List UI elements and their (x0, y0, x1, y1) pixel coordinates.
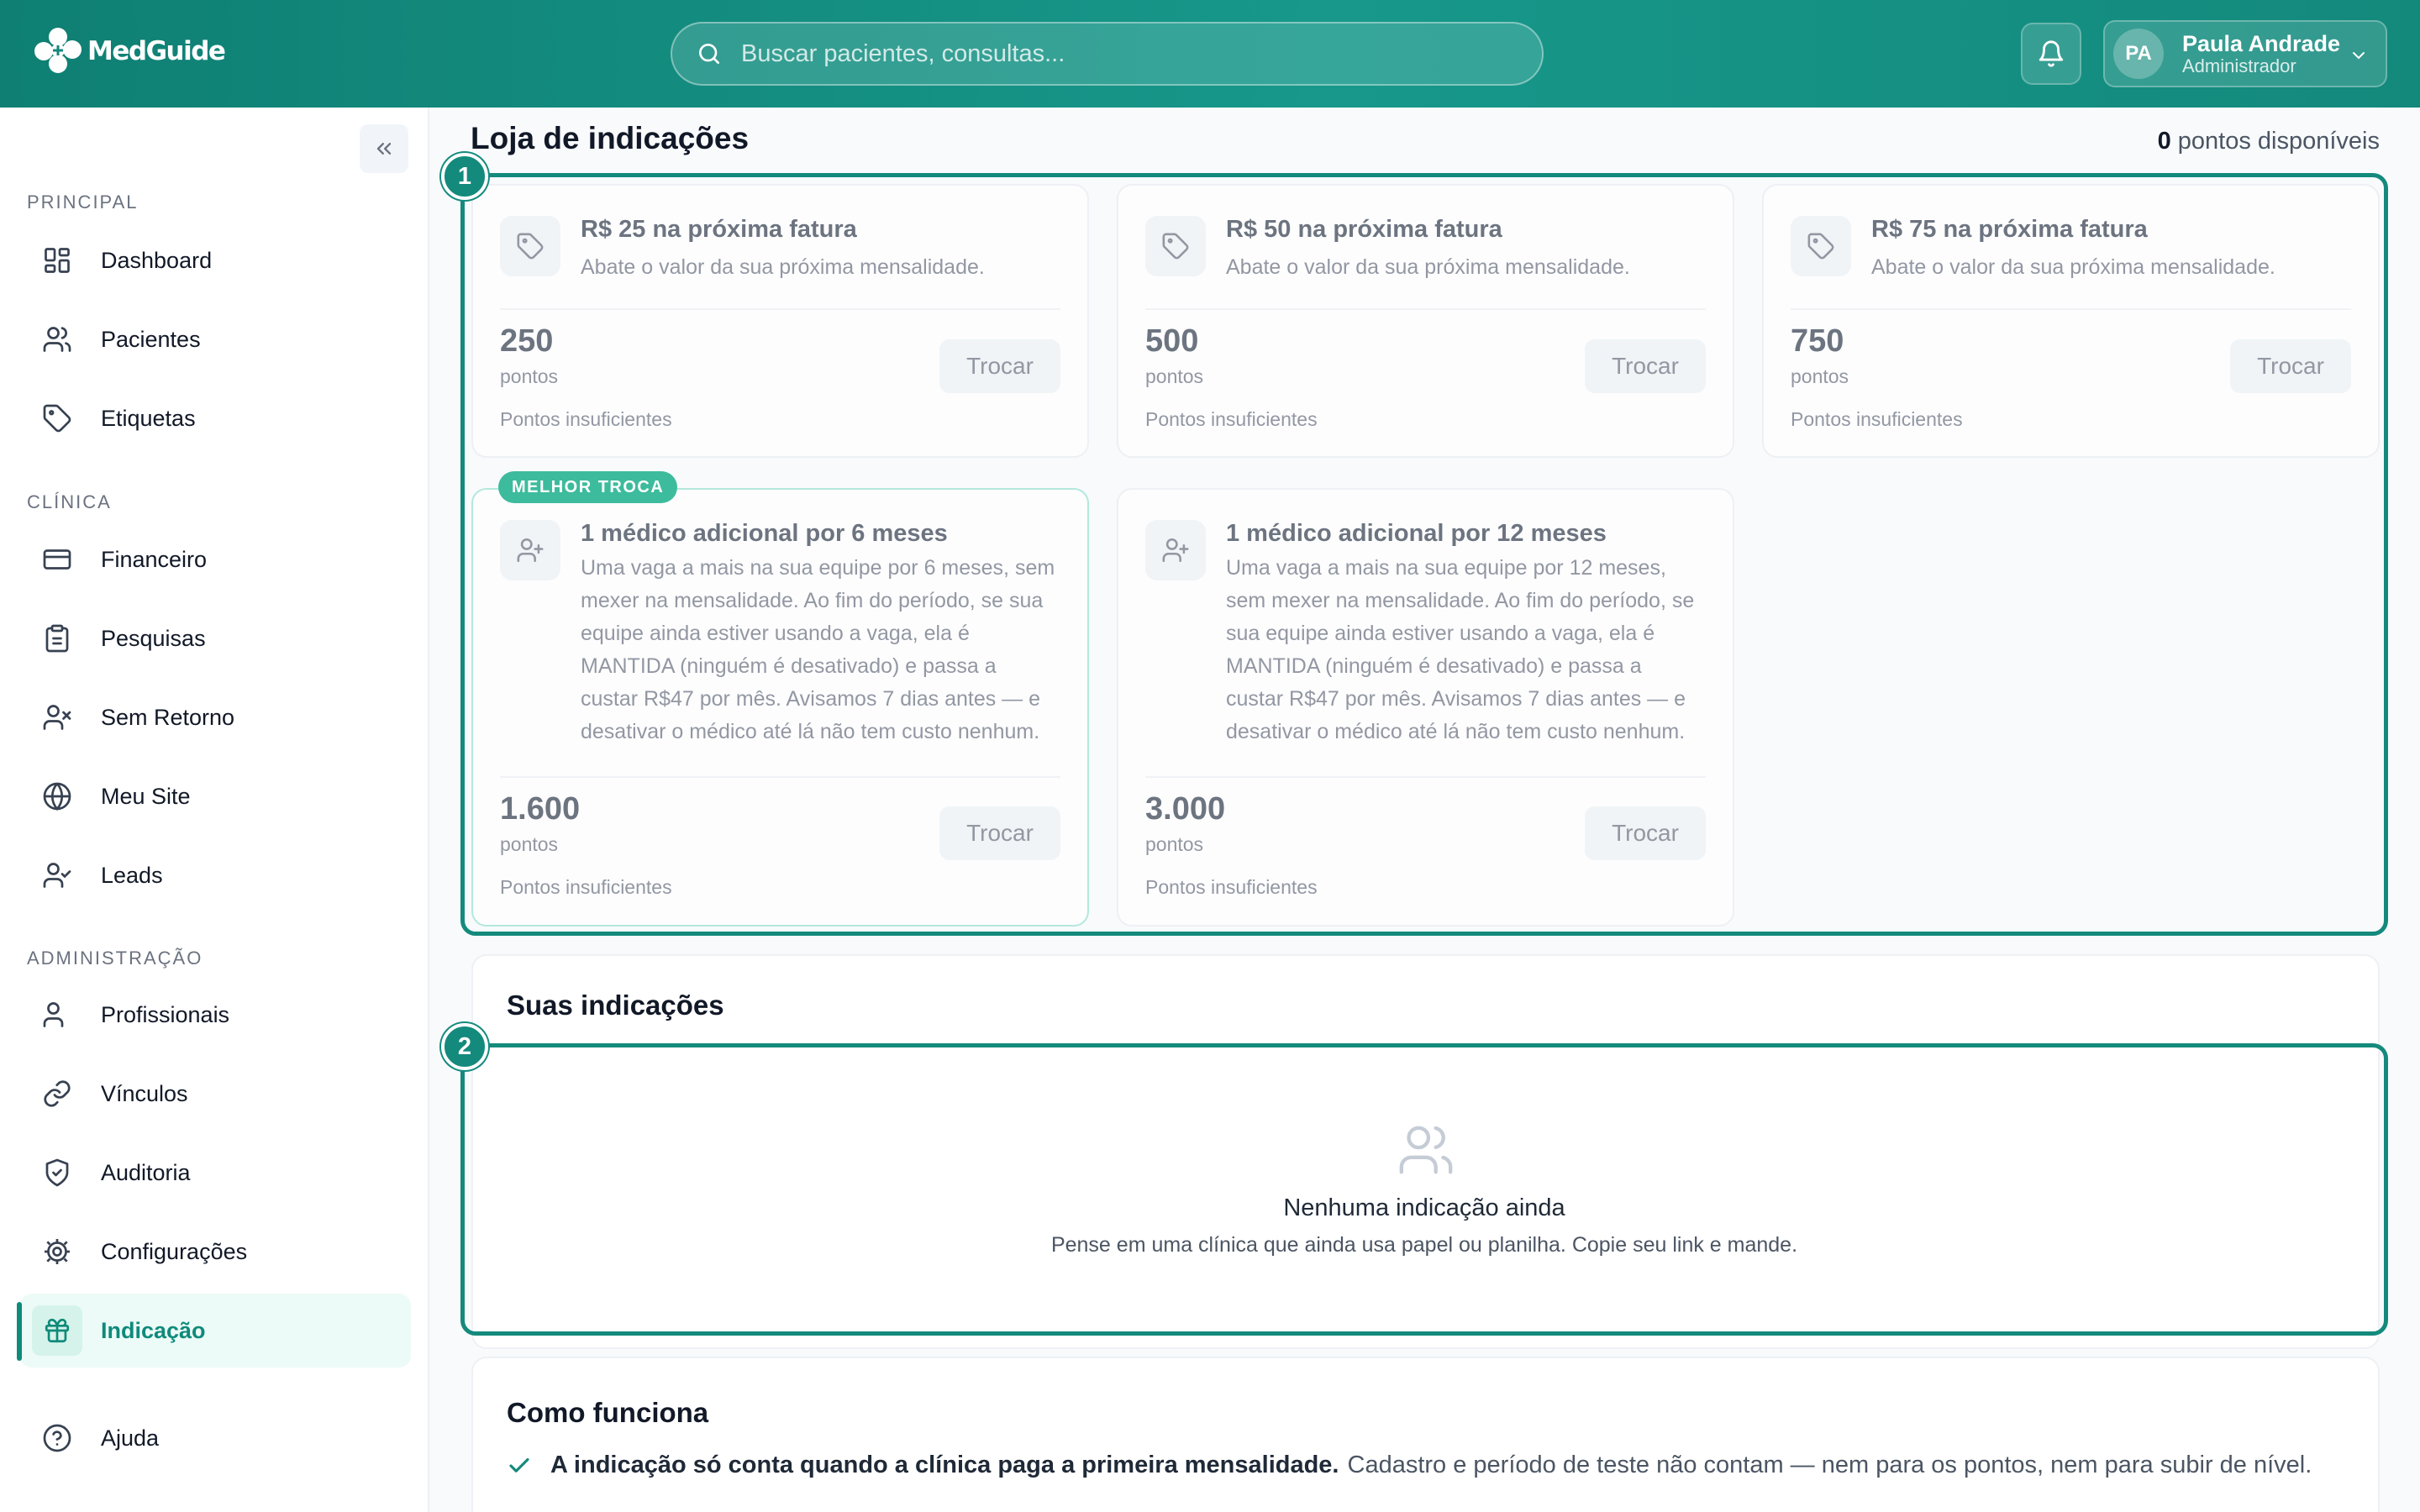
bell-icon (2039, 40, 2064, 67)
sidebar-item-indicacao[interactable]: Indicação (20, 1294, 411, 1368)
sidebar-item-meu-site[interactable]: Meu Site (20, 759, 411, 833)
top-bar: MedGuide PA Paula Andrade Administrador (0, 0, 2420, 108)
points-available-value: 0 (2157, 128, 2171, 155)
sidebar-item-label: Sem Retorno (101, 704, 235, 730)
section-title-principal: PRINCIPAL (27, 192, 139, 213)
check-icon (509, 1457, 529, 1473)
sidebar-item-dashboard[interactable]: Dashboard (20, 223, 411, 297)
sidebar-item-label: Indicação (101, 1317, 206, 1343)
how-it-works-title: Como funciona (507, 1397, 709, 1428)
search-icon (699, 44, 719, 64)
user-check-icon (40, 858, 74, 892)
search-bar[interactable] (671, 22, 1544, 86)
sidebar-item-auditoria[interactable]: Auditoria (20, 1136, 411, 1210)
user-name: Paula Andrade (2182, 31, 2341, 56)
tag-icon (40, 402, 74, 435)
gear-icon (40, 1235, 74, 1268)
how-item-bold: A indicação só conta quando a clínica pa… (550, 1452, 1339, 1478)
active-indicator (17, 1302, 22, 1361)
sidebar-item-label: Etiquetas (101, 405, 196, 431)
sidebar-item-financeiro[interactable]: Financeiro (20, 522, 411, 596)
best-trade-badge: MELHOR TROCA (498, 471, 678, 503)
help-circle-icon (40, 1421, 74, 1455)
how-it-works-item: A indicação só conta quando a clínica pa… (507, 1452, 2312, 1479)
sidebar-item-label: Leads (101, 862, 163, 888)
sidebar-item-label: Profissionais (101, 1001, 230, 1027)
sidebar-item-label: Vínculos (101, 1080, 188, 1106)
brand-logo[interactable]: MedGuide (32, 25, 226, 77)
credit-card-icon (40, 543, 74, 576)
sidebar-item-label: Financeiro (101, 546, 208, 572)
sidebar-item-etiquetas[interactable]: Etiquetas (20, 381, 411, 455)
callout-badge-2: 2 (441, 1023, 488, 1070)
sidebar: PRINCIPAL Dashboard Pacientes Etiquetas … (0, 108, 429, 1512)
referrals-title: Suas indicações (507, 990, 724, 1021)
user-x-icon (40, 701, 74, 734)
sidebar-item-vinculos[interactable]: Vínculos (20, 1057, 411, 1131)
sidebar-item-leads[interactable]: Leads (20, 838, 411, 912)
user-menu-button[interactable]: PA Paula Andrade Administrador (2103, 20, 2387, 87)
chevrons-left-icon (376, 143, 392, 155)
points-available: 0 pontos disponíveis (2158, 128, 2380, 155)
brand-name: MedGuide (87, 36, 226, 66)
sidebar-item-label: Meu Site (101, 783, 191, 809)
logo-icon (34, 28, 82, 73)
search-input[interactable] (741, 39, 1481, 68)
points-available-label: pontos disponíveis (2177, 128, 2380, 155)
sidebar-item-sem-retorno[interactable]: Sem Retorno (20, 680, 411, 754)
grid-icon (40, 244, 74, 277)
users-icon (40, 323, 74, 356)
clipboard-icon (40, 622, 74, 655)
shield-icon (40, 1156, 74, 1189)
link-icon (40, 1077, 74, 1110)
sidebar-item-profissionais[interactable]: Profissionais (20, 978, 411, 1052)
avatar: PA (2113, 29, 2164, 79)
sidebar-item-ajuda[interactable]: Ajuda (20, 1401, 411, 1475)
how-item-text: Cadastro e período de teste não contam —… (1347, 1452, 2312, 1478)
notifications-button[interactable] (2021, 23, 2081, 85)
collapse-sidebar-button[interactable] (360, 124, 408, 173)
gift-icon (32, 1305, 82, 1356)
callout-badge-1: 1 (441, 153, 488, 200)
sidebar-item-label: Configurações (101, 1238, 248, 1264)
sidebar-item-label: Pacientes (101, 326, 201, 352)
callout-highlight-2 (460, 1043, 2388, 1336)
how-it-works-panel: Como funciona (471, 1357, 2380, 1512)
sidebar-item-label: Dashboard (101, 247, 213, 273)
chevron-down-icon (2353, 52, 2365, 60)
page-title: Loja de indicações (471, 121, 750, 155)
sidebar-item-configuracoes[interactable]: Configurações (20, 1215, 411, 1289)
callout-highlight-1 (460, 173, 2388, 936)
section-title-administracao: ADMINISTRAÇÃO (27, 948, 203, 969)
sidebar-item-pacientes[interactable]: Pacientes (20, 302, 411, 376)
users-icon (40, 998, 74, 1032)
sidebar-item-label: Auditoria (101, 1159, 191, 1185)
sidebar-item-label: Pesquisas (101, 625, 206, 651)
section-title-clinica: CLÍNICA (27, 491, 112, 512)
sidebar-item-label: Ajuda (101, 1425, 160, 1451)
globe-icon (40, 780, 74, 813)
sidebar-item-pesquisas[interactable]: Pesquisas (20, 601, 411, 675)
user-role: Administrador (2182, 55, 2296, 76)
